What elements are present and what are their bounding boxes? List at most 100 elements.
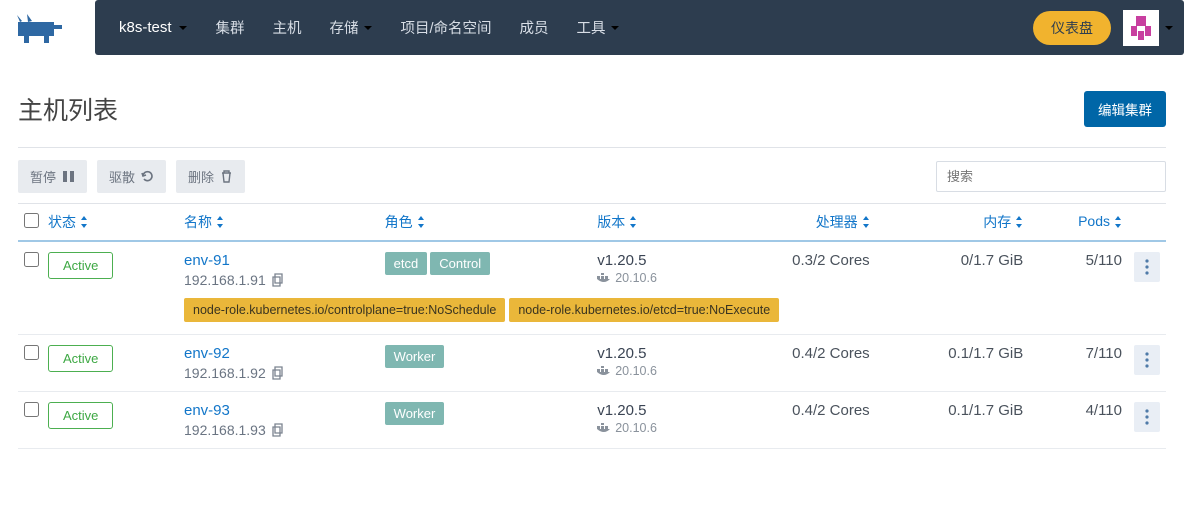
drain-button[interactable]: 驱散 bbox=[97, 160, 166, 193]
kebab-icon bbox=[1145, 352, 1149, 368]
col-name[interactable]: 名称 bbox=[178, 204, 379, 242]
k8s-version: v1.20.5 bbox=[597, 402, 712, 419]
sort-icon bbox=[1114, 216, 1122, 228]
taint-badge: node-role.kubernetes.io/controlplane=tru… bbox=[184, 298, 505, 322]
nav-label: 存储 bbox=[330, 17, 359, 38]
docker-version: 20.10.6 bbox=[597, 364, 712, 378]
role-pill: Worker bbox=[385, 345, 445, 368]
row-actions-menu[interactable] bbox=[1134, 402, 1160, 432]
table-row: Activeenv-91192.168.1.91 etcdControlv1.2… bbox=[18, 241, 1166, 298]
node-ip: 192.168.1.93 bbox=[184, 422, 373, 438]
pods-metric: 4/110 bbox=[1086, 402, 1122, 419]
node-name-link[interactable]: env-91 bbox=[184, 252, 373, 269]
nav-label: 集群 bbox=[216, 17, 245, 38]
docker-icon bbox=[597, 366, 611, 376]
nav-存储[interactable]: 存储 bbox=[316, 0, 387, 55]
taint-row: node-role.kubernetes.io/controlplane=tru… bbox=[18, 298, 1166, 335]
sort-icon bbox=[80, 216, 88, 228]
cpu-metric: 0.4/2 Cores bbox=[792, 345, 870, 362]
action-bar: 暂停 驱散 删除 bbox=[18, 148, 1166, 203]
node-name-link[interactable]: env-93 bbox=[184, 402, 373, 419]
row-checkbox[interactable] bbox=[24, 402, 39, 417]
pause-label: 暂停 bbox=[30, 167, 56, 186]
role-pill: etcd bbox=[385, 252, 428, 275]
search-box bbox=[936, 161, 1166, 192]
sort-icon bbox=[216, 216, 224, 228]
search-input[interactable] bbox=[936, 161, 1166, 192]
trash-icon bbox=[220, 170, 233, 183]
avatar bbox=[1123, 10, 1159, 46]
nav-项目/命名空间[interactable]: 项目/命名空间 bbox=[387, 0, 506, 55]
drain-label: 驱散 bbox=[109, 167, 135, 186]
sort-icon bbox=[862, 216, 870, 228]
docker-version: 20.10.6 bbox=[597, 421, 712, 435]
nav-成员[interactable]: 成员 bbox=[506, 0, 563, 55]
logo bbox=[0, 0, 95, 55]
nav-label: 成员 bbox=[520, 17, 549, 38]
status-badge: Active bbox=[48, 252, 113, 279]
docker-icon bbox=[597, 273, 611, 283]
cpu-metric: 0.4/2 Cores bbox=[792, 402, 870, 419]
col-pods[interactable]: Pods bbox=[1029, 204, 1128, 242]
select-all-checkbox[interactable] bbox=[24, 213, 39, 228]
sort-icon bbox=[417, 216, 425, 228]
memory-metric: 0.1/1.7 GiB bbox=[948, 345, 1023, 362]
chevron-down-icon bbox=[610, 23, 620, 33]
table-row: Activeenv-92192.168.1.92 Workerv1.20.520… bbox=[18, 335, 1166, 392]
dashboard-button[interactable]: 仪表盘 bbox=[1033, 11, 1111, 45]
copy-icon[interactable] bbox=[272, 423, 286, 437]
nodes-table: 状态 名称 角色 版本 处理器 内存 Pods Active env-91 192.… bbox=[18, 203, 1166, 449]
chevron-down-icon bbox=[178, 23, 188, 33]
copy-icon[interactable] bbox=[272, 273, 286, 287]
nav-label: 项目/命名空间 bbox=[401, 17, 492, 38]
cpu-metric: 0.3/2 Cores bbox=[792, 252, 870, 269]
sort-icon bbox=[629, 216, 637, 228]
pods-metric: 5/110 bbox=[1086, 252, 1122, 269]
nav-集群[interactable]: 集群 bbox=[202, 0, 259, 55]
col-state[interactable]: 状态 bbox=[48, 204, 178, 242]
taint-badge: node-role.kubernetes.io/etcd=true:NoExec… bbox=[509, 298, 779, 322]
delete-button[interactable]: 删除 bbox=[176, 160, 245, 193]
status-badge: Active bbox=[48, 402, 113, 429]
header: k8s-test 集群 主机 存储 项目/命名空间 成员 工具 仪表盘 bbox=[0, 0, 1184, 55]
navbar: k8s-test 集群 主机 存储 项目/命名空间 成员 工具 仪表盘 bbox=[95, 0, 1184, 55]
role-pill: Control bbox=[430, 252, 490, 275]
row-checkbox[interactable] bbox=[24, 345, 39, 360]
col-memory[interactable]: 内存 bbox=[876, 204, 1030, 242]
sort-icon bbox=[1015, 216, 1023, 228]
row-actions-menu[interactable] bbox=[1134, 345, 1160, 375]
row-actions-menu[interactable] bbox=[1134, 252, 1160, 282]
col-version[interactable]: 版本 bbox=[591, 204, 718, 242]
row-checkbox[interactable] bbox=[24, 252, 39, 267]
pause-button[interactable]: 暂停 bbox=[18, 160, 87, 193]
role-pill: Worker bbox=[385, 402, 445, 425]
node-ip: 192.168.1.92 bbox=[184, 365, 373, 381]
user-menu[interactable] bbox=[1123, 10, 1174, 46]
chevron-down-icon bbox=[1164, 23, 1174, 33]
k8s-version: v1.20.5 bbox=[597, 252, 712, 269]
kebab-icon bbox=[1145, 259, 1149, 275]
copy-icon[interactable] bbox=[272, 366, 286, 380]
docker-icon bbox=[597, 423, 611, 433]
cluster-selector[interactable]: k8s-test bbox=[105, 19, 202, 36]
memory-metric: 0.1/1.7 GiB bbox=[948, 402, 1023, 419]
table-row: Active env-93 192.168.1.93 Worker v1.20.5 20… bbox=[18, 392, 1166, 449]
node-name-link[interactable]: env-92 bbox=[184, 345, 373, 362]
edit-cluster-button[interactable]: 编辑集群 bbox=[1084, 91, 1166, 127]
title-row: 主机列表 编辑集群 bbox=[18, 91, 1166, 127]
nav-label: 工具 bbox=[577, 17, 606, 38]
kebab-icon bbox=[1145, 409, 1149, 425]
memory-metric: 0/1.7 GiB bbox=[961, 252, 1024, 269]
refresh-icon bbox=[141, 170, 154, 183]
col-roles[interactable]: 角色 bbox=[379, 204, 592, 242]
nav-主机[interactable]: 主机 bbox=[259, 0, 316, 55]
nav-label: 主机 bbox=[273, 17, 302, 38]
pods-metric: 7/110 bbox=[1086, 345, 1122, 362]
pause-icon bbox=[62, 170, 75, 183]
col-cpu[interactable]: 处理器 bbox=[718, 204, 876, 242]
docker-version: 20.10.6 bbox=[597, 271, 712, 285]
nav-工具[interactable]: 工具 bbox=[563, 0, 634, 55]
chevron-down-icon bbox=[363, 23, 373, 33]
page-title: 主机列表 bbox=[18, 91, 118, 127]
k8s-version: v1.20.5 bbox=[597, 345, 712, 362]
